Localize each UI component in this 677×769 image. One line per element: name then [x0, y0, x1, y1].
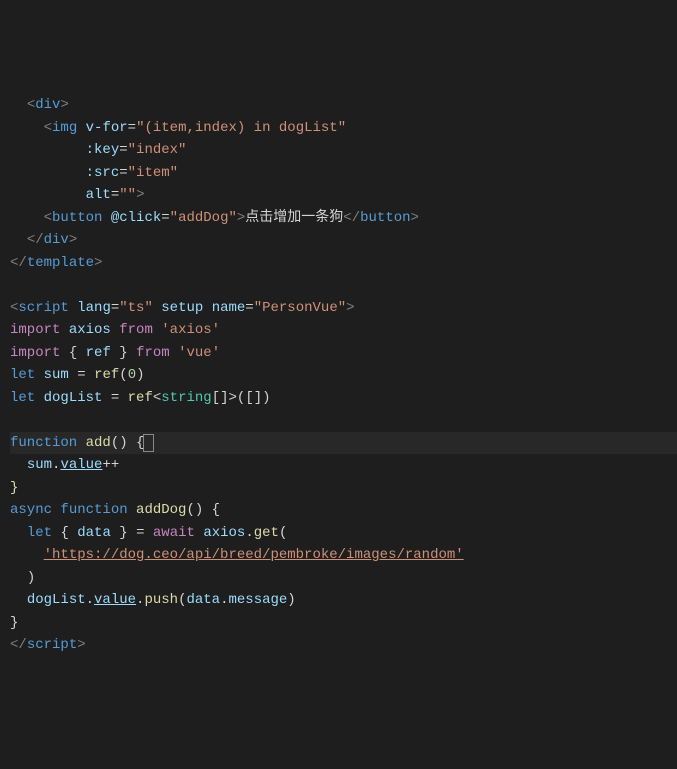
code-line: :key="index" — [10, 139, 677, 162]
code-line: } — [10, 612, 677, 635]
code-line: let sum = ref(0) — [10, 364, 677, 387]
code-line: <div> — [10, 94, 677, 117]
code-line: </div> — [10, 229, 677, 252]
code-line: } — [10, 477, 677, 500]
code-line: let dogList = ref<string[]>([]) — [10, 387, 677, 410]
code-line: let { data } = await axios.get( — [10, 522, 677, 545]
code-line: import { ref } from 'vue' — [10, 342, 677, 365]
code-line-active: function add() { — [10, 432, 677, 455]
code-line: async function addDog() { — [10, 499, 677, 522]
code-line: dogList.value.push(data.message) — [10, 589, 677, 612]
code-line: <button @click="addDog">点击增加一条狗</button> — [10, 207, 677, 230]
code-line: </script> — [10, 634, 677, 657]
blank-line — [10, 274, 677, 297]
code-line: import axios from 'axios' — [10, 319, 677, 342]
code-line: :src="item" — [10, 162, 677, 185]
code-line: sum.value++ — [10, 454, 677, 477]
blank-line — [10, 409, 677, 432]
code-editor[interactable]: <div> <img v-for="(item,index) in dogLis… — [10, 94, 677, 657]
code-line: <img v-for="(item,index) in dogList" — [10, 117, 677, 140]
code-line: </template> — [10, 252, 677, 275]
code-line: alt=""> — [10, 184, 677, 207]
code-line: 'https://dog.ceo/api/breed/pembroke/imag… — [10, 544, 677, 567]
code-line: <script lang="ts" setup name="PersonVue"… — [10, 297, 677, 320]
cursor — [144, 435, 152, 451]
code-line: ) — [10, 567, 677, 590]
